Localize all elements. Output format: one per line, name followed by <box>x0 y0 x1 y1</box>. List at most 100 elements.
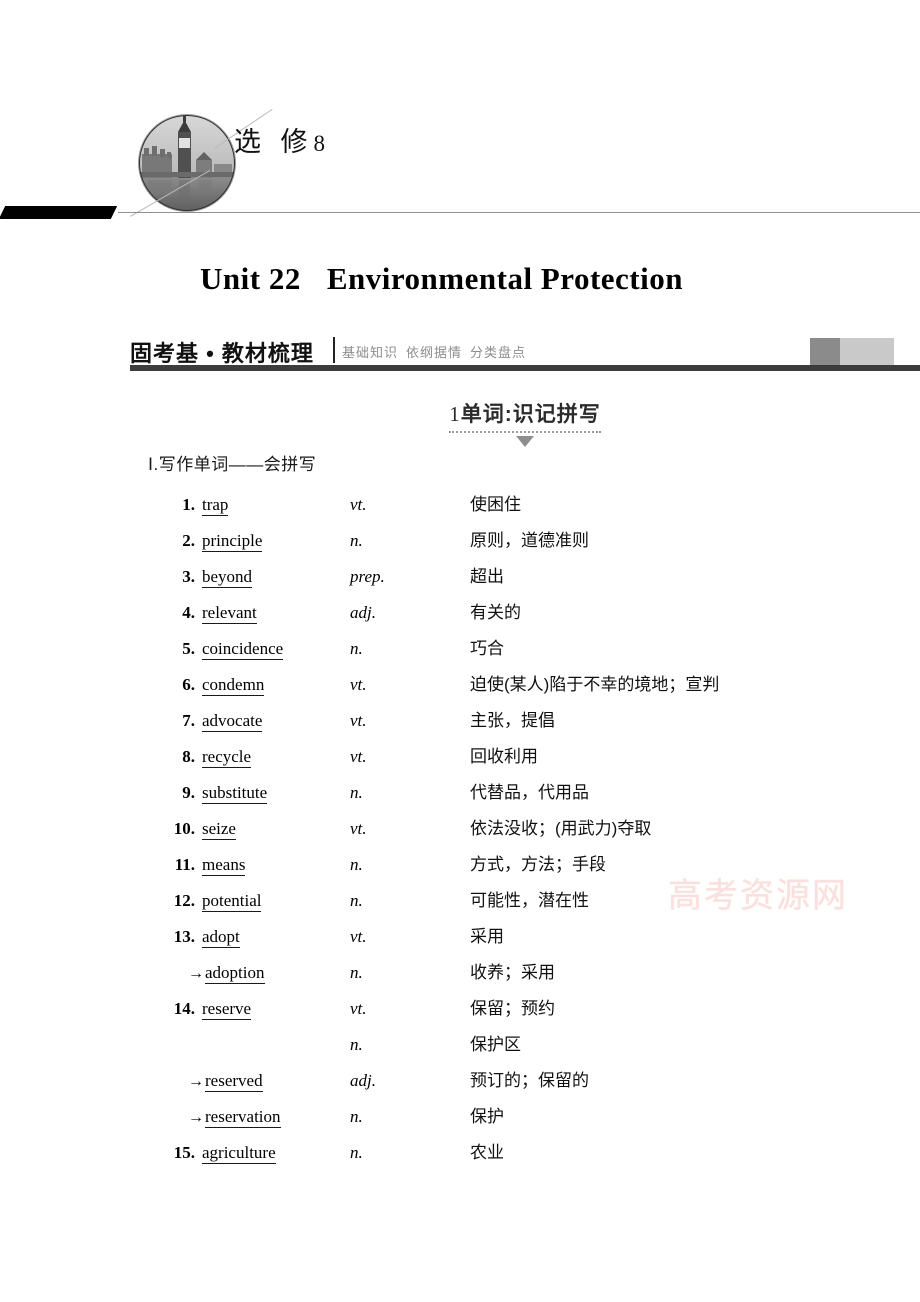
vocab-row: 10. seize vt. 依法没收；(用武力)夺取 <box>160 814 900 850</box>
vocab-part-of-speech: n. <box>350 1035 363 1054</box>
vocab-definition: 迫使(某人)陷于不幸的境地；宣判 <box>470 675 720 694</box>
vocab-word-text: recycle <box>202 747 252 768</box>
vocab-word: relevant <box>202 603 350 624</box>
vocab-word-text: reserved <box>205 1071 263 1092</box>
vocabulary-list: 1. trap vt. 使困住 2. principle n. 原则，道德准则 3. beyond… <box>160 490 900 1174</box>
section-subtitle-3: 分类盘点 <box>470 345 527 360</box>
vocab-number: 2. <box>182 531 195 550</box>
vocab-definition: 使困住 <box>470 495 521 514</box>
vocab-definition: 主张，提倡 <box>470 711 555 730</box>
vocab-word-text: principle <box>202 531 263 552</box>
vocab-word: →reservation <box>188 1107 350 1128</box>
vocab-word: means <box>202 855 350 876</box>
vocab-row: 14. reserve vt. 保留；预约 <box>160 994 900 1030</box>
unit-title-text: Environmental Protection <box>326 260 683 296</box>
section-header-divider <box>333 337 335 363</box>
vocab-row: 1. trap vt. 使困住 <box>160 490 900 526</box>
vocab-part-of-speech: n. <box>350 1143 363 1162</box>
vocab-word-text: relevant <box>202 603 257 624</box>
vocab-row: →reserved adj. 预订的；保留的 <box>160 1066 900 1102</box>
vocab-part-of-speech: vt. <box>350 495 367 514</box>
vocab-word: substitute <box>202 783 350 804</box>
vocab-word: agriculture <box>202 1143 350 1164</box>
vocab-part-of-speech: adj. <box>350 603 376 622</box>
vocab-word-text: adoption <box>205 963 265 984</box>
vocab-definition: 保留；预约 <box>470 999 555 1018</box>
vocab-part-of-speech: vt. <box>350 675 367 694</box>
vocab-number: 9. <box>182 783 195 802</box>
vocab-number: 1. <box>182 495 195 514</box>
vocab-word: beyond <box>202 567 350 588</box>
vocab-word-text: means <box>202 855 246 876</box>
vocab-number: 14. <box>173 999 195 1018</box>
banner-text: 单词:识记拼写 <box>460 403 601 426</box>
vocab-part-of-speech: n. <box>350 963 363 982</box>
vocab-row: 13. adopt vt. 采用 <box>160 922 900 958</box>
vocab-part-of-speech: prep. <box>350 567 385 586</box>
vocab-word-text: reserve <box>202 999 252 1020</box>
list-heading: Ⅰ.写作单词——会拼写 <box>148 455 317 474</box>
vocab-definition: 保护 <box>470 1107 504 1126</box>
vocab-number: 12. <box>173 891 195 910</box>
vocab-row: 11. means n. 方式，方法；手段 <box>160 850 900 886</box>
vocab-word-text: reservation <box>205 1107 281 1128</box>
header-decor-block-dark <box>810 338 840 365</box>
vocab-definition: 依法没收；(用武力)夺取 <box>470 819 652 838</box>
vocab-word: condemn <box>202 675 350 696</box>
vocab-word: seize <box>202 819 350 840</box>
vocab-row: →adoption n. 收养；采用 <box>160 958 900 994</box>
section-header: 固考基 • 教材梳理 基础知识 依纲据情 分类盘点 <box>130 336 920 382</box>
vocab-word-text: seize <box>202 819 236 840</box>
subsection-banner: 1单词:识记拼写 <box>130 398 920 447</box>
vocab-row: →reservation n. 保护 <box>160 1102 900 1138</box>
vocab-number: 7. <box>182 711 195 730</box>
vocab-part-of-speech: vt. <box>350 747 367 766</box>
vocab-number: 6. <box>182 675 195 694</box>
vocab-number: 5. <box>182 639 195 658</box>
vocab-row: n. 保护区 <box>160 1030 900 1066</box>
vocab-number: 11. <box>174 855 195 874</box>
vocab-word-text: agriculture <box>202 1143 276 1164</box>
vocab-definition: 预订的；保留的 <box>470 1071 589 1090</box>
vocab-word: →adoption <box>188 963 350 984</box>
vocab-number: 8. <box>182 747 195 766</box>
header-thin-rule <box>118 212 920 213</box>
vocab-number: 4. <box>182 603 195 622</box>
vocab-word: →reserved <box>188 1071 350 1092</box>
vocab-row: 5. coincidence n. 巧合 <box>160 634 900 670</box>
vocab-number: 13. <box>173 927 195 946</box>
vocab-word-text: coincidence <box>202 639 284 660</box>
volume-label: 选 修8 <box>234 120 325 159</box>
vocab-definition: 回收利用 <box>470 747 538 766</box>
vocab-row: 12. potential n. 可能性，潜在性 <box>160 886 900 922</box>
vocab-row: 8. recycle vt. 回收利用 <box>160 742 900 778</box>
vocab-definition: 超出 <box>470 567 504 586</box>
section-header-rule <box>130 365 920 371</box>
header-black-bar <box>0 206 118 219</box>
vocab-row: 7. advocate vt. 主张，提倡 <box>160 706 900 742</box>
vocab-word: principle <box>202 531 350 552</box>
volume-label-text: 选 修 <box>234 127 314 157</box>
vocab-part-of-speech: vt. <box>350 927 367 946</box>
vocab-part-of-speech: n. <box>350 783 363 802</box>
vocab-word: advocate <box>202 711 350 732</box>
vocab-word-text: condemn <box>202 675 265 696</box>
section-header-title: 固考基 • 教材梳理 <box>130 341 314 366</box>
section-subtitle-1: 基础知识 <box>342 345 399 360</box>
vocab-word-text: beyond <box>202 567 253 588</box>
vocab-word-text: advocate <box>202 711 263 732</box>
vocab-definition: 农业 <box>470 1143 504 1162</box>
arrow-icon: → <box>188 1109 204 1126</box>
section-header-subtitles: 基础知识 依纲据情 分类盘点 <box>342 342 534 361</box>
vocab-definition: 方式，方法；手段 <box>470 855 606 874</box>
banner-label: 1单词:识记拼写 <box>449 398 601 433</box>
vocab-definition: 保护区 <box>470 1035 521 1054</box>
vocab-row: 2. principle n. 原则，道德准则 <box>160 526 900 562</box>
vocab-part-of-speech: adj. <box>350 1071 376 1090</box>
vocab-part-of-speech: n. <box>350 639 363 658</box>
section-subtitle-2: 依纲据情 <box>406 345 463 360</box>
vocab-row: 3. beyond prep. 超出 <box>160 562 900 598</box>
header-decor-block-light <box>840 338 894 365</box>
vocab-part-of-speech: n. <box>350 1107 363 1126</box>
vocab-word: potential <box>202 891 350 912</box>
